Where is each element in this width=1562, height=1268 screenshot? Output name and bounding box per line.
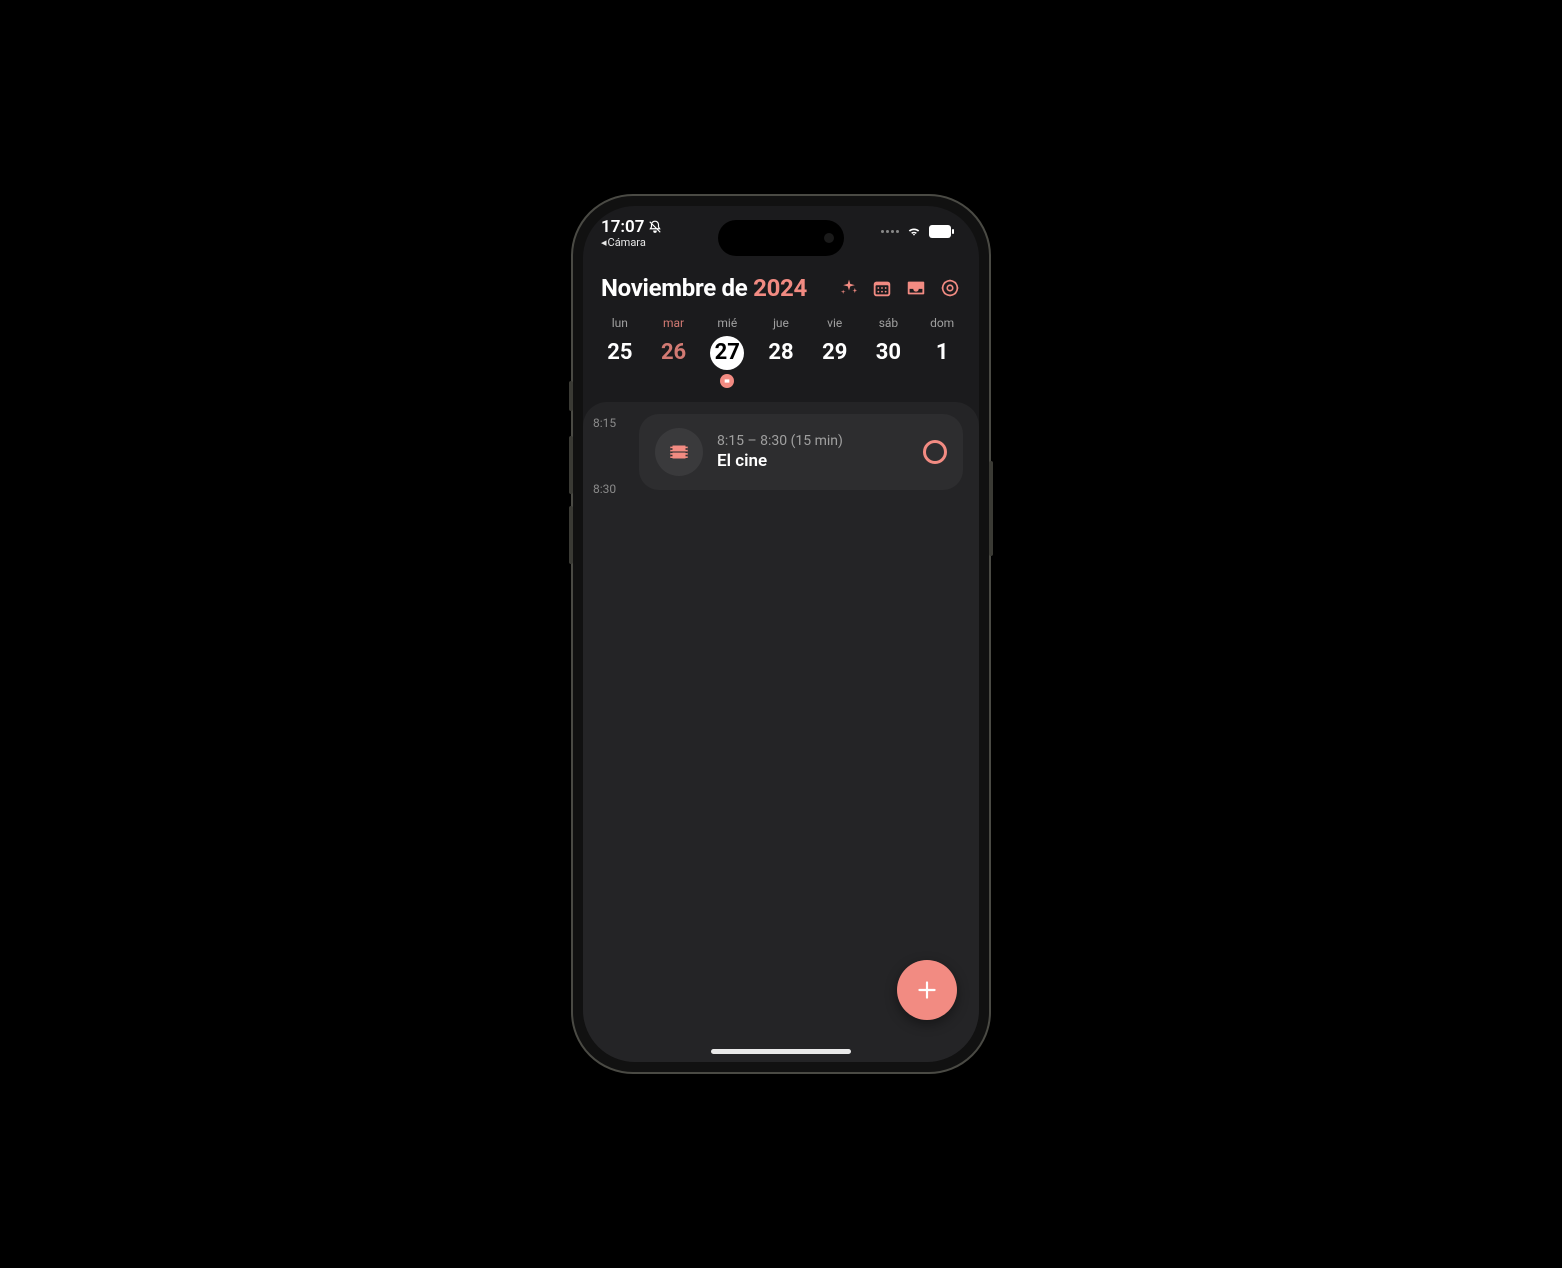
- event-dot-icon: [720, 374, 734, 388]
- day-label: dom: [930, 316, 954, 330]
- day-number: 27: [710, 336, 744, 370]
- home-indicator[interactable]: [711, 1049, 851, 1054]
- volume-up-button: [569, 436, 573, 494]
- event-title: El cine: [717, 451, 909, 471]
- day-label: sáb: [879, 316, 898, 330]
- sparkle-icon[interactable]: [839, 278, 859, 298]
- week-strip: lun 25 mar 26 mié 27 jue 28 vie 29: [583, 310, 979, 402]
- film-icon: [655, 428, 703, 476]
- day-label: lun: [612, 316, 628, 330]
- day-sat[interactable]: sáb 30: [862, 316, 916, 388]
- calendar-icon[interactable]: [871, 277, 893, 299]
- day-number: 25: [603, 336, 637, 370]
- day-label: vie: [827, 316, 842, 330]
- day-number: 30: [871, 336, 905, 370]
- dynamic-island: [718, 220, 844, 256]
- status-time: 17:07: [601, 218, 662, 237]
- phone-frame: 17:07 ◂ Cámara Noviembre de 2024: [571, 194, 991, 1074]
- day-label: jue: [773, 316, 789, 330]
- power-button: [989, 461, 993, 556]
- day-number: 29: [818, 336, 852, 370]
- status-back-app[interactable]: ◂ Cámara: [601, 237, 662, 249]
- complete-toggle[interactable]: [923, 440, 947, 464]
- timeline[interactable]: 8:15 8:30 8:15 – 8:30 (15 min) El cine: [583, 402, 979, 1062]
- side-button: [569, 381, 573, 411]
- event-card[interactable]: 8:15 – 8:30 (15 min) El cine: [639, 414, 963, 490]
- day-label: mié: [717, 316, 737, 330]
- wifi-icon: [905, 224, 923, 238]
- page-title[interactable]: Noviembre de 2024: [601, 274, 807, 302]
- time-marker: 8:15: [593, 416, 616, 430]
- chevron-left-icon: ◂: [601, 237, 607, 249]
- day-label: mar: [663, 316, 684, 330]
- cellular-icon: [881, 230, 899, 233]
- add-button[interactable]: [897, 960, 957, 1020]
- day-number: 26: [657, 336, 691, 370]
- day-wed-selected[interactable]: mié 27: [700, 316, 754, 388]
- plus-icon: [914, 977, 940, 1003]
- month-label: Noviembre de: [601, 274, 747, 302]
- day-fri[interactable]: vie 29: [808, 316, 862, 388]
- time-marker: 8:30: [593, 482, 616, 496]
- battery-icon: [929, 225, 955, 238]
- event-time: 8:15 – 8:30 (15 min): [717, 433, 909, 449]
- app-header: Noviembre de 2024: [583, 260, 979, 310]
- day-sun[interactable]: dom 1: [915, 316, 969, 388]
- day-number: 1: [925, 336, 959, 370]
- day-number: 28: [764, 336, 798, 370]
- gear-icon[interactable]: [939, 277, 961, 299]
- time-text: 17:07: [601, 218, 644, 237]
- day-thu[interactable]: jue 28: [754, 316, 808, 388]
- bell-slash-icon: [648, 220, 662, 234]
- year-label: 2024: [753, 274, 807, 302]
- volume-down-button: [569, 506, 573, 564]
- day-tue[interactable]: mar 26: [647, 316, 701, 388]
- back-app-label: Cámara: [608, 237, 646, 249]
- inbox-icon[interactable]: [905, 277, 927, 299]
- day-mon[interactable]: lun 25: [593, 316, 647, 388]
- screen: 17:07 ◂ Cámara Noviembre de 2024: [583, 206, 979, 1062]
